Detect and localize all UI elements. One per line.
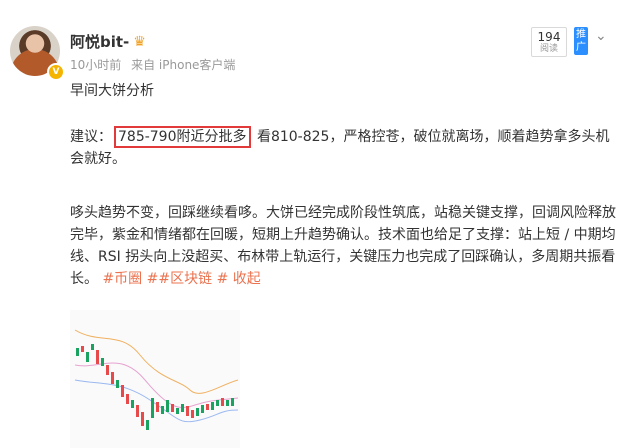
candle	[116, 380, 119, 388]
chevron-down-icon[interactable]: ⌄	[595, 28, 607, 44]
advice-highlight: 785-790附近分批多	[114, 126, 251, 148]
candle	[131, 400, 134, 408]
post-source: 来自 iPhone客户端	[131, 58, 236, 72]
tag-blockchain[interactable]: ##区块链	[147, 271, 212, 287]
chart-background	[70, 310, 240, 448]
candle	[106, 365, 109, 375]
post-body: 哆头趋势不变，回踩继续看哆。大饼已经完成阶段性筑底，站稳关键支撑，回调风险释放完…	[70, 202, 618, 290]
collapse-link[interactable]: # 收起	[217, 271, 261, 287]
candle	[141, 412, 144, 426]
read-count-badge: 194 阅读	[531, 27, 567, 57]
post-advice: 建议： 785-790附近分批多 看810-825，严格控苍，破位就离场，顺着趋势…	[70, 126, 618, 170]
candle	[86, 352, 89, 362]
candle	[166, 400, 169, 412]
user-header: 阿悦bit- ♛	[70, 31, 146, 52]
candle	[126, 394, 129, 404]
read-count-label: 阅读	[539, 44, 558, 54]
weibo-post: V 阿悦bit- ♛ 10小时前 来自 iPhone客户端 194 阅读 推广 …	[0, 0, 624, 448]
post-meta: 10小时前 来自 iPhone客户端	[70, 56, 241, 73]
candle	[96, 350, 99, 364]
candle	[221, 398, 224, 406]
candle	[191, 410, 194, 418]
candle	[181, 404, 184, 412]
candle	[146, 420, 149, 430]
candle	[81, 346, 84, 352]
advice-prefix: 建议：	[70, 129, 112, 145]
user-name[interactable]: 阿悦bit-	[70, 31, 129, 52]
candle	[136, 405, 139, 417]
crown-icon: ♛	[133, 33, 146, 50]
candle	[156, 402, 159, 412]
candle	[161, 406, 164, 414]
candle	[121, 385, 124, 397]
candle	[176, 408, 179, 414]
candle	[226, 400, 229, 406]
candle	[91, 344, 94, 350]
tag-bicircle[interactable]: #币圈	[102, 271, 142, 287]
candle	[76, 348, 79, 356]
candlestick-chart-image[interactable]	[70, 310, 240, 448]
candle	[201, 405, 204, 413]
post-time[interactable]: 10小时前	[70, 58, 121, 72]
candle	[216, 400, 219, 406]
verified-badge-icon: V	[47, 63, 65, 81]
candle	[206, 404, 209, 410]
post-title: 早间大饼分析	[70, 83, 154, 99]
candle	[101, 358, 104, 366]
candle	[171, 404, 174, 412]
read-count: 194	[537, 30, 561, 44]
candle	[196, 408, 199, 416]
candle	[231, 398, 234, 406]
candle	[186, 406, 189, 416]
promote-button[interactable]: 推广	[574, 27, 588, 55]
candle	[151, 398, 154, 418]
candle	[211, 402, 214, 410]
candle	[111, 372, 114, 384]
